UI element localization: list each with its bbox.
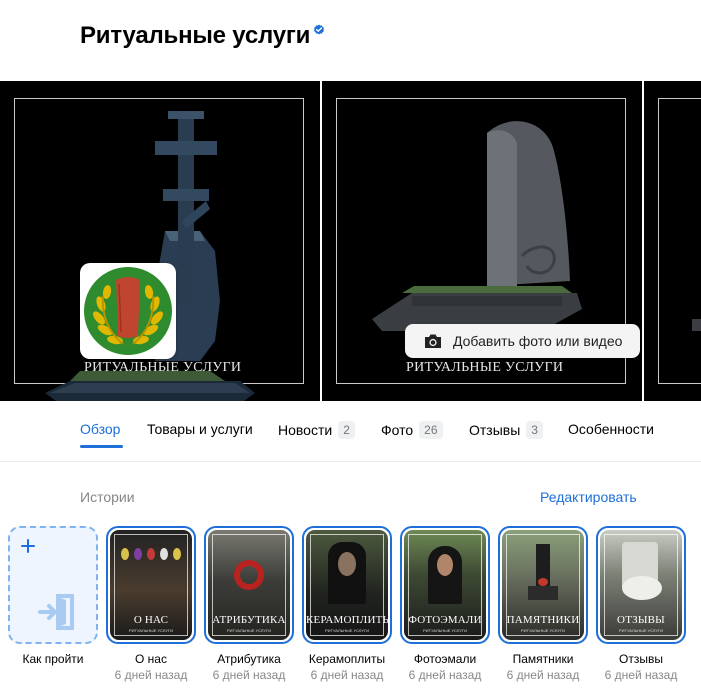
story-ceramic-plates[interactable]: КЕРАМОПЛИТЫ РИТУАЛЬНЫЕ УСЛУГИ Керамоплит… <box>302 526 392 682</box>
active-tab-indicator <box>80 445 123 448</box>
story-thumb-subtitle: РИТУАЛЬНЫЕ УСЛУГИ <box>325 628 369 633</box>
story-thumbnail: АТРИБУТИКА РИТУАЛЬНЫЕ УСЛУГИ <box>208 530 290 640</box>
story-name: Атрибутика <box>217 652 281 666</box>
story-ring[interactable]: ПАМЯТНИКИ РИТУАЛЬНЫЕ УСЛУГИ <box>498 526 588 644</box>
story-thumbnail: ОТЗЫВЫ РИТУАЛЬНЫЕ УСЛУГИ <box>600 530 682 640</box>
tab-overview[interactable]: Обзор <box>80 421 120 437</box>
story-thumb-subtitle: РИТУАЛЬНЫЕ УСЛУГИ <box>619 628 663 633</box>
story-thumb-caption: АТРИБУТИКА <box>212 614 286 626</box>
section-tabs: Обзор Товары и услуги Новости 2 Фото 26 … <box>0 401 701 462</box>
story-thumb-caption: КЕРАМОПЛИТЫ <box>306 614 388 626</box>
story-reviews[interactable]: ОТЗЫВЫ РИТУАЛЬНЫЕ УСЛУГИ Отзывы 6 дней н… <box>596 526 686 682</box>
edit-stories-link[interactable]: Редактировать <box>540 489 637 505</box>
story-time: 6 дней назад <box>114 668 188 682</box>
stories-title: Истории <box>80 489 135 505</box>
story-monuments[interactable]: ПАМЯТНИКИ РИТУАЛЬНЫЕ УСЛУГИ Памятники 6 … <box>498 526 588 682</box>
organization-logo <box>80 263 176 359</box>
story-ring[interactable]: ФОТОЭМАЛИ РИТУАЛЬНЫЕ УСЛУГИ <box>400 526 490 644</box>
story-thumb-subtitle: РИТУАЛЬНЫЕ УСЛУГИ <box>423 628 467 633</box>
plus-icon <box>21 539 35 553</box>
story-ring[interactable]: О НАС РИТУАЛЬНЫЕ УСЛУГИ <box>106 526 196 644</box>
photo-caption: РИТУАЛЬНЫЕ УСЛУГИ <box>84 360 242 375</box>
tab-label: Отзывы <box>469 422 521 438</box>
story-time: 6 дней назад <box>506 668 580 682</box>
door-enter-icon <box>38 594 74 630</box>
camera-icon <box>425 334 441 348</box>
tab-label: Новости <box>278 422 333 438</box>
verified-check-icon <box>314 24 325 35</box>
story-name: Керамоплиты <box>308 652 386 666</box>
story-attributes[interactable]: АТРИБУТИКА РИТУАЛЬНЫЕ УСЛУГИ Атрибутика … <box>204 526 294 682</box>
tab-news[interactable]: Новости 2 <box>278 421 355 439</box>
story-name: Фотоэмали <box>413 652 477 666</box>
tab-label: Обзор <box>80 421 121 437</box>
add-photo-video-label: Добавить фото или видео <box>453 333 623 349</box>
story-thumb-caption: ОТЗЫВЫ <box>617 614 665 626</box>
add-photo-video-button[interactable]: Добавить фото или видео <box>405 324 640 358</box>
organization-title: Ритуальные услуги <box>80 22 311 49</box>
add-story-label: Как пройти <box>22 652 84 666</box>
page-header: Ритуальные услуги <box>80 22 325 52</box>
story-name: О нас <box>135 652 167 666</box>
story-photo-enamels[interactable]: ФОТОЭМАЛИ РИТУАЛЬНЫЕ УСЛУГИ Фотоэмали 6 … <box>400 526 490 682</box>
story-thumb-subtitle: РИТУАЛЬНЫЕ УСЛУГИ <box>521 628 565 633</box>
tab-goods-services[interactable]: Товары и услуги <box>147 421 253 437</box>
story-thumbnail: О НАС РИТУАЛЬНЫЕ УСЛУГИ <box>110 530 192 640</box>
story-thumbnail: ФОТОЭМАЛИ РИТУАЛЬНЫЕ УСЛУГИ <box>404 530 486 640</box>
story-thumb-caption: О НАС <box>133 614 169 626</box>
tab-reviews[interactable]: Отзывы 3 <box>469 421 543 439</box>
story-ring[interactable]: КЕРАМОПЛИТЫ РИТУАЛЬНЫЕ УСЛУГИ <box>302 526 392 644</box>
story-thumb-caption: ПАМЯТНИКИ <box>506 614 580 626</box>
story-about[interactable]: О НАС РИТУАЛЬНЫЕ УСЛУГИ О нас 6 дней наз… <box>106 526 196 682</box>
story-thumb-caption: ФОТОЭМАЛИ <box>408 614 482 626</box>
story-time: 6 дней назад <box>408 668 482 682</box>
tab-label: Товары и услуги <box>147 421 253 437</box>
add-story-tile[interactable] <box>8 526 98 644</box>
story-thumb-subtitle: РИТУАЛЬНЫЕ УСЛУГИ <box>227 628 271 633</box>
story-time: 6 дней назад <box>310 668 384 682</box>
story-ring[interactable]: АТРИБУТИКА РИТУАЛЬНЫЕ УСЛУГИ <box>204 526 294 644</box>
tab-label: Фото <box>381 422 414 438</box>
tab-count-badge: 3 <box>526 421 543 439</box>
tab-count-badge: 2 <box>338 421 355 439</box>
gallery-photo-partial[interactable] <box>644 81 701 401</box>
story-name: Отзывы <box>619 652 663 666</box>
story-ring[interactable]: ОТЗЫВЫ РИТУАЛЬНЫЕ УСЛУГИ <box>596 526 686 644</box>
story-time: 6 дней назад <box>212 668 286 682</box>
photo-caption: РИТУАЛЬНЫЕ УСЛУГИ <box>406 360 564 375</box>
tab-photos[interactable]: Фото 26 <box>381 421 443 439</box>
tab-count-badge: 26 <box>419 421 443 439</box>
tab-label: Особенности <box>568 421 654 437</box>
story-time: 6 дней назад <box>604 668 678 682</box>
story-name: Памятники <box>512 652 574 666</box>
tab-features[interactable]: Особенности <box>568 421 654 437</box>
story-thumbnail: ПАМЯТНИКИ РИТУАЛЬНЫЕ УСЛУГИ <box>502 530 584 640</box>
laurel-logo-icon <box>84 267 172 355</box>
story-thumb-subtitle: РИТУАЛЬНЫЕ УСЛУГИ <box>129 628 173 633</box>
story-thumbnail: КЕРАМОПЛИТЫ РИТУАЛЬНЫЕ УСЛУГИ <box>306 530 388 640</box>
